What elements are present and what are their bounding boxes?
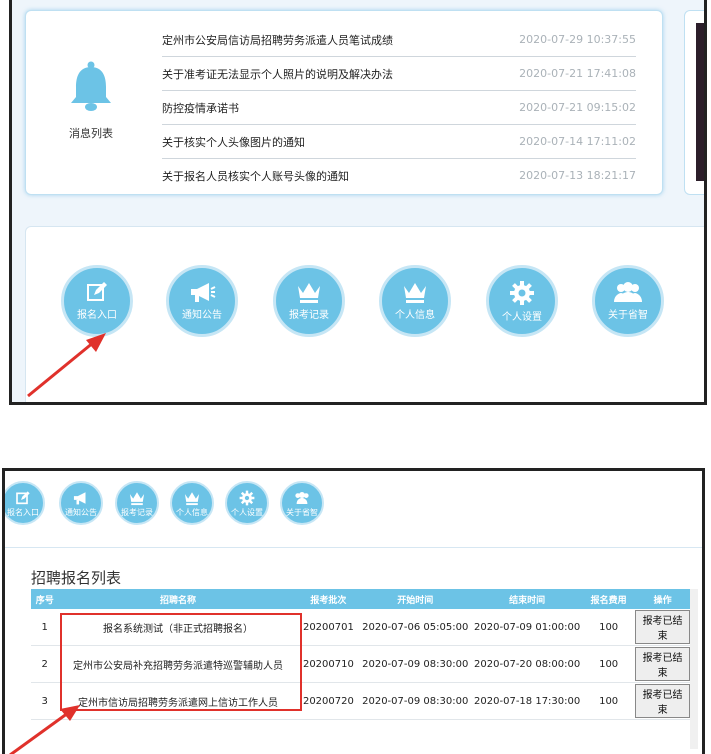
nav-label: 报名入口 (77, 310, 117, 321)
registration-ended-button[interactable]: 报考已结束 (635, 610, 690, 644)
batch: 20200710 (297, 645, 360, 683)
red-arrow-annotation (27, 333, 106, 398)
edit-icon (87, 282, 107, 301)
message-item[interactable]: 关于核实个人头像图片的通知 2020-07-14 17:11:02 (162, 125, 636, 159)
nav-label: 报名入口 (7, 508, 39, 517)
column-header: 招聘名称 (58, 589, 298, 609)
megaphone-icon (73, 492, 86, 505)
nav-settings-button[interactable]: 个人设置 (225, 481, 269, 525)
nav-card: 报名入口 通知公告 报考记录 个人信息 个人设置 关于省智 (25, 226, 704, 402)
action-cell: 报考已结束 (634, 645, 691, 683)
message-time: 2020-07-14 17:11:02 (519, 135, 636, 148)
nav-about-button[interactable]: 关于省智 (280, 481, 324, 525)
start-time: 2020-07-06 05:05:00 (359, 609, 472, 646)
nav-label: 个人信息 (176, 508, 208, 517)
fee: 100 (583, 645, 635, 683)
fee: 100 (583, 682, 635, 720)
nav-label: 个人信息 (395, 310, 435, 321)
action-cell: 报考已结束 (634, 609, 691, 646)
users-icon (295, 492, 309, 504)
red-highlight-box (60, 613, 302, 711)
message-title: 关于报名人员核实个人账号头像的通知 (162, 169, 349, 183)
message-card: 消息列表 定州市公安局信访局招聘劳务派遣人员笔试成绩 2020-07-29 10… (25, 10, 663, 195)
end-time: 2020-07-18 17:30:00 (471, 682, 584, 720)
nav-settings-button[interactable]: 个人设置 (486, 265, 558, 337)
crown-icon (404, 283, 426, 303)
end-time: 2020-07-20 08:00:00 (471, 645, 584, 683)
batch: 20200701 (297, 609, 360, 646)
column-header: 操作 (634, 589, 691, 609)
nav-register-button[interactable]: 报名入口 (5, 481, 45, 525)
message-time: 2020-07-21 17:41:08 (519, 67, 636, 80)
bell-icon (71, 61, 111, 111)
column-header: 报考批次 (297, 589, 360, 609)
start-time: 2020-07-09 08:30:00 (359, 645, 472, 683)
gear-icon (239, 490, 255, 506)
message-item[interactable]: 关于报名人员核实个人账号头像的通知 2020-07-13 18:21:17 (162, 159, 636, 192)
nav-profile-button[interactable]: 个人信息 (170, 481, 214, 525)
nav-profile-button[interactable]: 个人信息 (379, 265, 451, 337)
message-list-label: 消息列表 (69, 127, 113, 140)
nav-notice-button[interactable]: 通知公告 (59, 481, 103, 525)
banner-image (696, 23, 704, 181)
message-item[interactable]: 定州市公安局信访局招聘劳务派遣人员笔试成绩 2020-07-29 10:37:5… (162, 23, 636, 57)
action-cell: 报考已结束 (634, 682, 691, 720)
column-header: 序号 (31, 589, 59, 609)
nav-notice-button[interactable]: 通知公告 (166, 265, 238, 337)
nav-label: 个人设置 (502, 312, 542, 323)
message-title: 关于准考证无法显示个人照片的说明及解决办法 (162, 67, 393, 81)
edit-icon (16, 491, 30, 505)
users-icon (614, 282, 642, 302)
message-title: 定州市公安局信访局招聘劳务派遣人员笔试成绩 (162, 33, 393, 47)
table-scrollbar[interactable] (690, 589, 698, 749)
batch: 20200720 (297, 682, 360, 720)
registration-list-screenshot: 报名入口 通知公告 报考记录 个人信息 个人设置 关于省智 招聘报名列表 序号 … (2, 468, 705, 754)
nav-about-button[interactable]: 关于省智 (592, 265, 664, 337)
row-number: 1 (31, 609, 59, 646)
message-list: 定州市公安局信访局招聘劳务派遣人员笔试成绩 2020-07-29 10:37:5… (162, 23, 636, 192)
column-header: 报名费用 (583, 589, 635, 609)
start-time: 2020-07-09 08:30:00 (359, 682, 472, 720)
registration-ended-button[interactable]: 报考已结束 (635, 684, 690, 718)
nav-label: 关于省智 (286, 508, 318, 517)
message-item[interactable]: 防控疫情承诺书 2020-07-21 09:15:02 (162, 91, 636, 125)
nav-label: 报考记录 (121, 508, 153, 517)
megaphone-icon (191, 283, 216, 302)
red-arrow-annotation (9, 705, 80, 754)
mini-nav-bar: 报名入口 通知公告 报考记录 个人信息 个人设置 关于省智 (5, 471, 702, 548)
message-time: 2020-07-13 18:21:17 (519, 169, 636, 182)
row-number: 2 (31, 645, 59, 683)
end-time: 2020-07-09 01:00:00 (471, 609, 584, 646)
message-title: 关于核实个人头像图片的通知 (162, 135, 305, 149)
message-title: 防控疫情承诺书 (162, 101, 239, 115)
column-header: 结束时间 (471, 589, 584, 609)
message-item[interactable]: 关于准考证无法显示个人照片的说明及解决办法 2020-07-21 17:41:0… (162, 57, 636, 91)
crown-icon (298, 283, 320, 303)
banner-card (684, 10, 704, 195)
list-title: 招聘报名列表 (31, 569, 122, 587)
homepage-screenshot: 消息列表 定州市公安局信访局招聘劳务派遣人员笔试成绩 2020-07-29 10… (9, 0, 707, 405)
table-header-row: 序号 招聘名称 报考批次 开始时间 结束时间 报名费用 操作 (31, 589, 691, 609)
nav-label: 通知公告 (182, 310, 222, 321)
nav-label: 个人设置 (231, 508, 263, 517)
nav-label: 通知公告 (65, 508, 97, 517)
nav-label: 关于省智 (608, 310, 648, 321)
gear-icon (510, 281, 534, 305)
message-time: 2020-07-29 10:37:55 (519, 33, 636, 46)
crown-icon (184, 492, 200, 506)
column-header: 开始时间 (359, 589, 472, 609)
nav-records-button[interactable]: 报考记录 (115, 481, 159, 525)
message-list-button[interactable]: 消息列表 (56, 61, 126, 141)
crown-icon (129, 492, 145, 506)
registration-ended-button[interactable]: 报考已结束 (635, 647, 690, 681)
nav-label: 报考记录 (289, 310, 329, 321)
fee: 100 (583, 609, 635, 646)
nav-register-button[interactable]: 报名入口 (61, 265, 133, 337)
nav-records-button[interactable]: 报考记录 (273, 265, 345, 337)
message-time: 2020-07-21 09:15:02 (519, 101, 636, 114)
